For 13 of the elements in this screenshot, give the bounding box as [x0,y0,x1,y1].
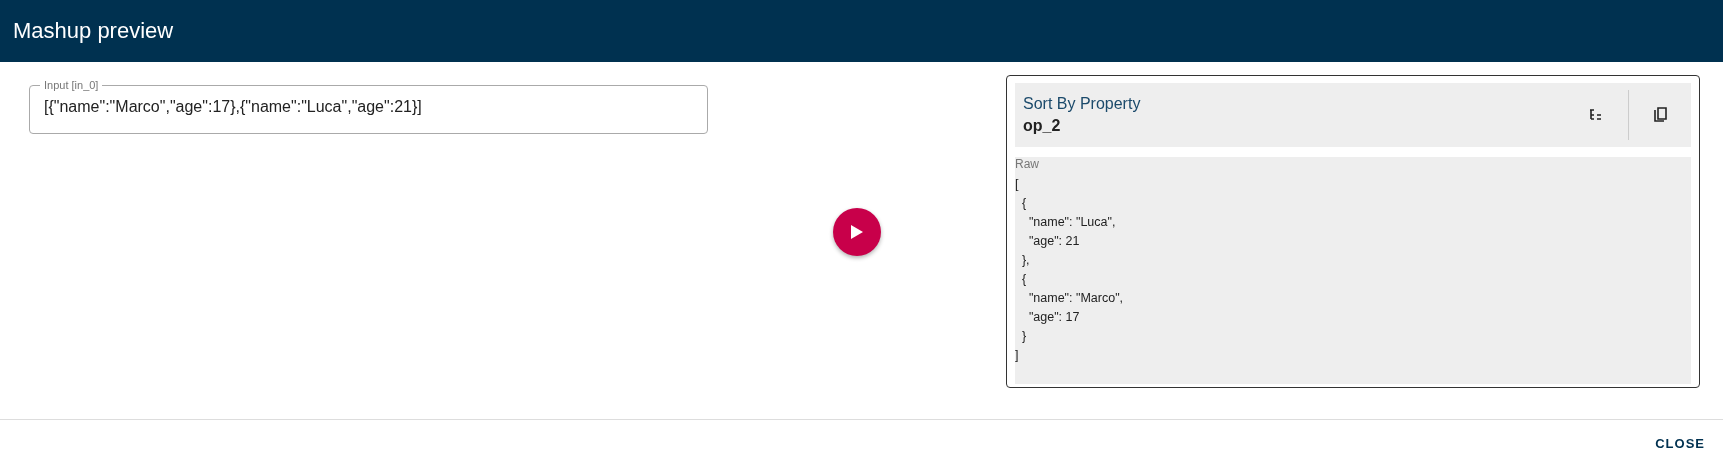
operator-id: op_2 [1023,117,1062,135]
raw-json-text: [ { "name": "Luca", "age": 21 }, { "name": "Marco", "age": 17 } ] [1015,176,1125,364]
raw-label: Raw [1015,157,1040,171]
input-field[interactable]: [{"name":"Marco","age":17},{"name":"Luca","age":21}] [44,91,693,119]
close-button[interactable]: CLOSE [1651,430,1709,457]
field-label: Input [in_0] [43,79,100,91]
copy-icon [1654,107,1668,123]
tree-icon [1589,109,1603,121]
operator-name: Sort By Property [1023,95,1142,113]
input-field[interactable]: Input [in_0] [{"name":"Marco","age":17},{"name":"Luca","age":21}] [29,79,708,134]
dialog-title: Mashup preview [13,18,174,44]
play-button[interactable] [833,208,881,256]
play-icon [850,224,864,240]
